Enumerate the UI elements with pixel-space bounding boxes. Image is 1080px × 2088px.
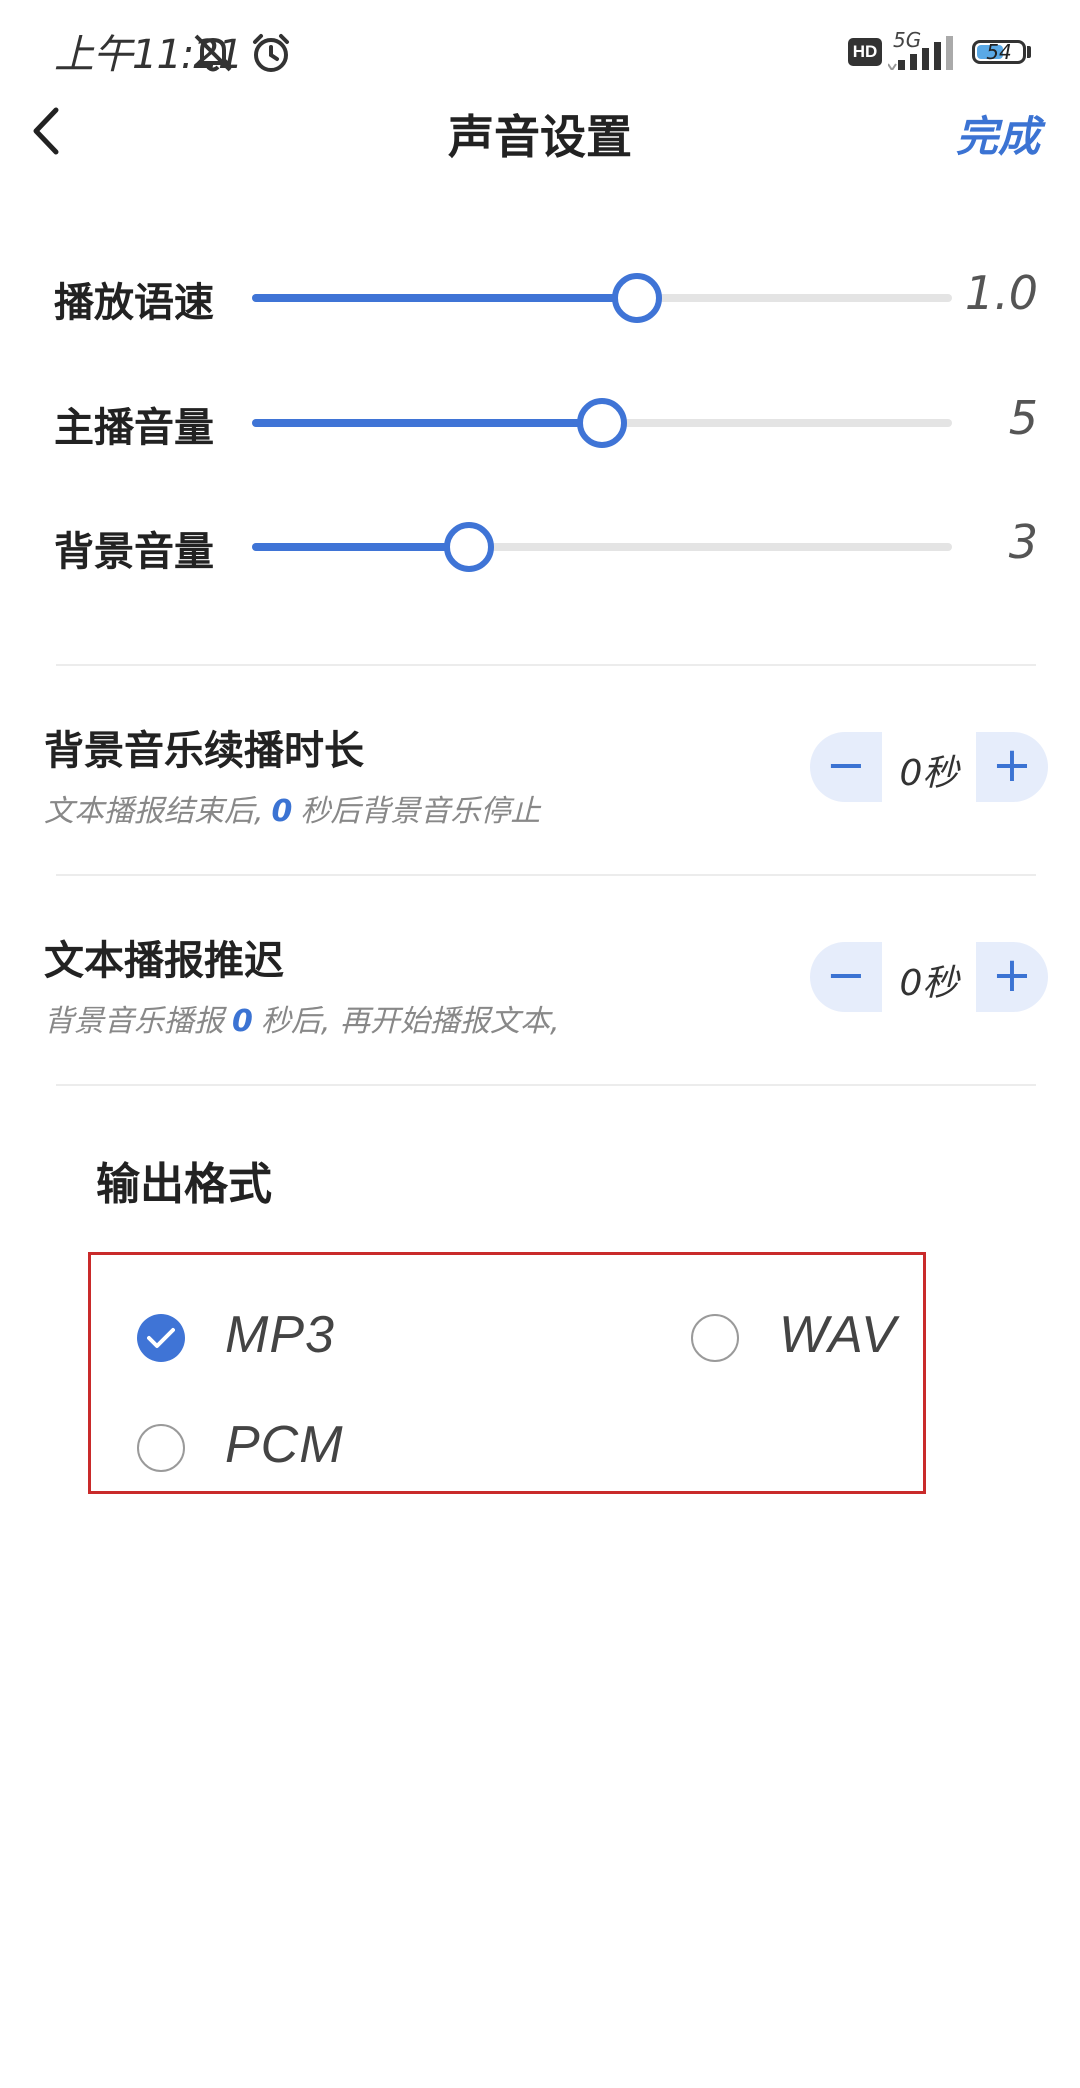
radio-label: PCM bbox=[225, 1416, 344, 1474]
signal-icon bbox=[887, 36, 958, 74]
decrement-button[interactable]: − bbox=[810, 942, 882, 1012]
slider-thumb[interactable] bbox=[612, 273, 662, 323]
setting-description: 背景音乐播报 0 秒后, 再开始播报文本, bbox=[44, 996, 559, 1040]
slider-fill bbox=[252, 419, 602, 427]
slider-label: 背景音量 bbox=[54, 529, 214, 575]
page-title: 声音设置 bbox=[448, 110, 632, 164]
slider-fill bbox=[252, 543, 469, 551]
background-volume-slider[interactable] bbox=[252, 522, 952, 572]
radio-label: WAV bbox=[779, 1306, 897, 1364]
slider-value: 1.0 bbox=[964, 266, 1038, 320]
desc-suffix: 秒后背景音乐停止 bbox=[300, 794, 541, 829]
slider-value: 3 bbox=[1008, 515, 1038, 569]
increment-button[interactable]: + bbox=[976, 942, 1048, 1012]
slider-row-speed: 播放语速 1.0 bbox=[0, 252, 1080, 342]
setting-title: 背景音乐续播时长 bbox=[44, 728, 364, 774]
slider-row-background-volume: 背景音量 3 bbox=[0, 501, 1080, 591]
slider-fill bbox=[252, 294, 637, 302]
anchor-volume-slider[interactable] bbox=[252, 398, 952, 448]
decrement-button[interactable]: − bbox=[810, 732, 882, 802]
radio-option-mp3[interactable]: MP3 bbox=[137, 1306, 397, 1369]
desc-value: 0 bbox=[271, 794, 293, 829]
divider bbox=[56, 664, 1036, 666]
slider-label: 主播音量 bbox=[54, 405, 214, 451]
text-delay-stepper: − 0秒 + bbox=[810, 942, 1048, 1012]
desc-prefix: 文本播报结束后, bbox=[44, 794, 264, 829]
radio-unchecked-icon[interactable] bbox=[691, 1314, 739, 1362]
output-format-title: 输出格式 bbox=[96, 1159, 272, 1210]
slider-value: 5 bbox=[1008, 391, 1038, 445]
done-button[interactable]: 完成 bbox=[956, 103, 1040, 164]
desc-suffix: 秒后, 再开始播报文本, bbox=[260, 1004, 560, 1039]
battery-cap bbox=[1027, 46, 1031, 58]
speed-slider[interactable] bbox=[252, 273, 952, 323]
alarm-icon bbox=[248, 30, 294, 80]
text-delay-row: 文本播报推迟 背景音乐播报 0 秒后, 再开始播报文本, − 0秒 + bbox=[0, 928, 1080, 1078]
divider bbox=[56, 1084, 1036, 1086]
divider bbox=[56, 874, 1036, 876]
bgm-duration-row: 背景音乐续播时长 文本播报结束后, 0 秒后背景音乐停止 − 0秒 + bbox=[0, 718, 1080, 868]
mute-icon bbox=[190, 30, 236, 80]
radio-checked-icon[interactable] bbox=[137, 1314, 185, 1362]
desc-prefix: 背景音乐播报 bbox=[44, 1004, 224, 1039]
slider-thumb[interactable] bbox=[577, 398, 627, 448]
status-bar: 上午11:21 HD 5G 54 bbox=[0, 0, 1080, 100]
check-icon bbox=[147, 1328, 175, 1348]
header: 声音设置 完成 bbox=[0, 95, 1080, 185]
radio-option-pcm[interactable]: PCM bbox=[137, 1416, 397, 1479]
increment-button[interactable]: + bbox=[976, 732, 1048, 802]
hd-badge: HD bbox=[848, 38, 882, 66]
radio-unchecked-icon[interactable] bbox=[137, 1424, 185, 1472]
stepper-value: 0秒 bbox=[899, 963, 959, 1004]
battery-level: 54 bbox=[986, 40, 1012, 64]
output-format-options: MP3 WAV PCM bbox=[88, 1252, 926, 1494]
slider-row-anchor-volume: 主播音量 5 bbox=[0, 377, 1080, 467]
desc-value: 0 bbox=[232, 1004, 253, 1039]
stepper-value: 0秒 bbox=[899, 753, 959, 794]
bgm-duration-stepper: − 0秒 + bbox=[810, 732, 1048, 802]
slider-thumb[interactable] bbox=[444, 522, 494, 572]
setting-title: 文本播报推迟 bbox=[44, 938, 284, 984]
radio-option-wav[interactable]: WAV bbox=[691, 1306, 896, 1369]
setting-description: 文本播报结束后, 0 秒后背景音乐停止 bbox=[44, 786, 540, 830]
battery-icon: 54 bbox=[972, 40, 1026, 64]
radio-label: MP3 bbox=[225, 1306, 335, 1364]
slider-label: 播放语速 bbox=[54, 280, 214, 326]
